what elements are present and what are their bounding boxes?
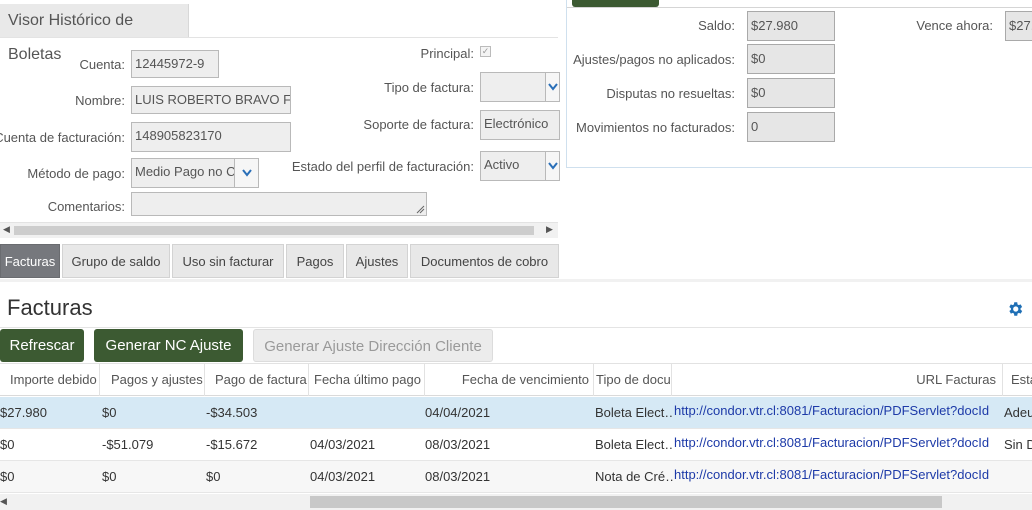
metodo-pago-select[interactable]: Medio Pago no C <box>131 158 259 188</box>
scrollbar-thumb[interactable] <box>14 226 534 235</box>
principal-checkbox[interactable]: ✓ <box>480 46 491 57</box>
tab-ajustes[interactable]: Ajustes <box>346 244 408 278</box>
tab-bar: Facturas Grupo de saldo Uso sin facturar… <box>0 244 560 278</box>
nombre-label: Nombre: <box>75 93 125 108</box>
cuenta-facturacion-label: Cuenta de facturación: <box>0 130 125 145</box>
chevron-down-icon[interactable] <box>545 152 559 180</box>
column-header-pago-factura[interactable]: Pago de factura <box>205 364 309 396</box>
cell-tipo-documento: Boleta Elect… <box>595 405 673 420</box>
tab-pagos[interactable]: Pagos <box>286 244 344 278</box>
panel-title: Visor Histórico de Boletas <box>0 4 189 63</box>
tab-facturas[interactable]: Facturas <box>0 244 60 278</box>
cell-fecha-ultimo-pago <box>310 397 420 429</box>
disputas-value: $0 <box>747 78 835 108</box>
cell-tipo-documento: Nota de Cré… <box>595 469 673 484</box>
table-row[interactable]: $0 $0 $0 04/03/2021 08/03/2021 Nota de C… <box>0 461 1032 493</box>
principal-label: Principal: <box>420 46 474 61</box>
table-row[interactable]: $27.980 $0 -$34.503 04/04/2021 Boleta El… <box>0 397 1032 429</box>
cell-estado: Sin D <box>1004 437 1032 452</box>
tabs-divider <box>0 279 1032 282</box>
cell-pagos-ajustes: -$51.079 <box>102 437 154 452</box>
movimientos-value: 0 <box>747 112 835 142</box>
column-header-importe[interactable]: Importe debido <box>0 364 100 396</box>
cell-estado: Adeu <box>1004 405 1032 420</box>
tab-grupo-saldo[interactable]: Grupo de saldo <box>62 244 170 278</box>
ajustes-no-aplicados-value: $0 <box>747 44 835 74</box>
balance-panel: Saldo: $27.980 Vence ahora: $27. Ajustes… <box>566 0 1032 168</box>
generar-ajuste-direccion-button[interactable]: Generar Ajuste Dirección Cliente <box>253 329 493 362</box>
generar-nc-ajuste-button[interactable]: Generar NC Ajuste <box>94 329 243 362</box>
cell-importe: $0 <box>0 469 15 484</box>
cuenta-label: Cuenta: <box>79 57 125 72</box>
vence-ahora-value: $27. <box>1005 11 1032 41</box>
chevron-down-icon[interactable] <box>234 159 258 187</box>
scrollbar-thumb[interactable] <box>310 496 942 508</box>
cell-estado <box>1003 461 1032 493</box>
cell-fecha-ultimo-pago: 04/03/2021 <box>310 437 376 452</box>
tipo-factura-label: Tipo de factura: <box>384 80 474 95</box>
estado-perfil-value: Activo <box>484 157 520 172</box>
comentarios-textarea[interactable] <box>131 192 427 216</box>
scroll-right-icon[interactable]: ▶ <box>546 224 553 235</box>
cell-tipo-documento: Boleta Elect… <box>595 437 673 452</box>
disputas-label: Disputas no resueltas: <box>606 86 735 101</box>
cell-fecha-vencimiento: 08/03/2021 <box>425 437 491 452</box>
divider <box>0 327 1032 328</box>
cell-importe: $0 <box>0 437 15 452</box>
factura-url-link[interactable]: http://condor.vtr.cl:8081/Facturacion/PD… <box>674 461 1002 493</box>
column-header-tipo-documento[interactable]: Tipo de docu <box>594 364 672 396</box>
estado-perfil-label: Estado del perfil de facturación: <box>291 159 474 174</box>
scroll-left-icon[interactable]: ◀ <box>0 496 7 507</box>
soporte-factura-label: Soporte de factura: <box>363 117 474 132</box>
balance-header <box>567 0 1032 8</box>
cell-fecha-ultimo-pago: 04/03/2021 <box>310 469 376 484</box>
table-header: Importe debido Pagos y ajustes Pago de f… <box>0 363 1032 396</box>
cell-importe: $27.980 <box>0 405 47 420</box>
cell-fecha-vencimiento: 08/03/2021 <box>425 469 491 484</box>
resize-grip-icon[interactable] <box>416 205 425 214</box>
movimientos-label: Movimientos no facturados: <box>576 120 735 135</box>
table-row[interactable]: $0 -$51.079 -$15.672 04/03/2021 08/03/20… <box>0 429 1032 461</box>
vence-ahora-label: Vence ahora: <box>916 18 993 33</box>
estado-perfil-select[interactable]: Activo <box>480 151 560 181</box>
cell-pagos-ajustes: $0 <box>102 469 117 484</box>
cell-pago-factura: $0 <box>206 469 221 484</box>
column-header-estado[interactable]: Esta <box>1003 364 1032 396</box>
column-header-pagos-ajustes[interactable]: Pagos y ajustes <box>100 364 205 396</box>
column-header-fecha-vencimiento[interactable]: Fecha de vencimiento <box>425 364 594 396</box>
cell-fecha-vencimiento: 04/04/2021 <box>425 405 491 420</box>
factura-url-link[interactable]: http://condor.vtr.cl:8081/Facturacion/PD… <box>674 429 1002 461</box>
column-header-fecha-ultimo-pago[interactable]: Fecha último pago <box>309 364 425 396</box>
chevron-down-icon[interactable] <box>545 73 559 101</box>
soporte-factura-select[interactable]: Electrónico <box>480 110 560 140</box>
tab-documentos-cobro[interactable]: Documentos de cobro <box>410 244 559 278</box>
cell-pagos-ajustes: $0 <box>102 405 117 420</box>
cuenta-facturacion-field[interactable]: 148905823170 <box>131 122 291 152</box>
saldo-label: Saldo: <box>698 18 735 33</box>
factura-url-link[interactable]: http://condor.vtr.cl:8081/Facturacion/PD… <box>674 397 1002 429</box>
metodo-pago-value: Medio Pago no C <box>135 164 236 179</box>
comentarios-label: Comentarios: <box>47 199 125 214</box>
divider <box>0 37 558 38</box>
gear-icon[interactable] <box>1006 300 1024 318</box>
account-panel: Visor Histórico de Boletas Cuenta: 12445… <box>0 0 560 240</box>
refresh-button[interactable]: Refrescar <box>0 329 84 362</box>
ajustes-no-aplicados-label: Ajustes/pagos no aplicados: <box>573 52 735 67</box>
panel-horizontal-scrollbar[interactable]: ◀ ▶ <box>0 222 558 238</box>
column-header-url-facturas[interactable]: URL Facturas <box>672 364 1003 396</box>
table-horizontal-scrollbar[interactable]: ◀ <box>0 494 1032 510</box>
section-title: Facturas <box>7 295 93 320</box>
scroll-left-icon[interactable]: ◀ <box>3 224 10 235</box>
saldo-value: $27.980 <box>747 11 835 41</box>
nombre-field[interactable]: LUIS ROBERTO BRAVO FL <box>131 86 291 114</box>
cell-pago-factura: -$15.672 <box>206 437 258 452</box>
tab-uso-sin-facturar[interactable]: Uso sin facturar <box>172 244 284 278</box>
balance-header-button[interactable] <box>572 0 659 7</box>
cell-pago-factura: -$34.503 <box>206 405 258 420</box>
tipo-factura-select[interactable] <box>480 72 560 102</box>
cuenta-field[interactable]: 12445972-9 <box>131 50 219 78</box>
metodo-pago-label: Método de pago: <box>27 166 125 181</box>
